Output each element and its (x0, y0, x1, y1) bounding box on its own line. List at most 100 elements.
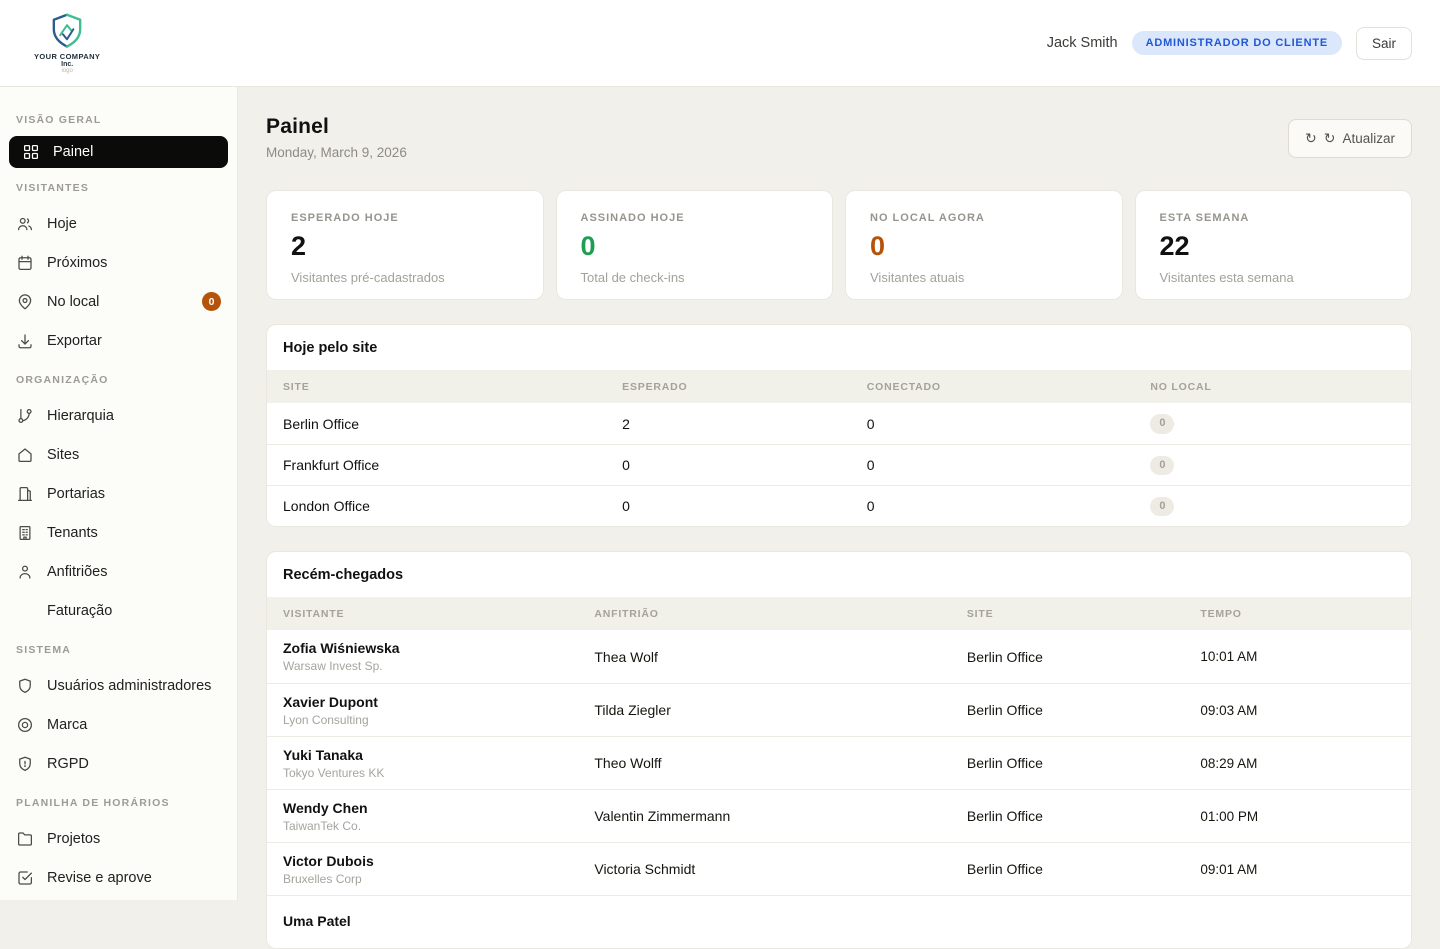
column-header: SITE (283, 380, 310, 393)
hierarchy-icon (16, 407, 34, 425)
esperado-value: 0 (622, 457, 630, 473)
stat-sub: Visitantes pré-cadastrados (291, 270, 445, 285)
visitor-name: Yuki Tanaka (283, 746, 363, 763)
sidebar-item-label: Hierarquia (47, 407, 114, 424)
sidebar-item-no-local[interactable]: No local 0 (0, 282, 237, 321)
visitor-company: Tokyo Ventures KK (283, 765, 385, 780)
arrivals-table-title: Recém-chegados (283, 567, 404, 583)
sidebar-item-label: RGPD (47, 755, 89, 772)
sidebar-item-label: Anfitriões (47, 563, 108, 580)
visitor-name: Wendy Chen (283, 799, 368, 816)
stat-value: 22 (1159, 231, 1190, 261)
site-table-row[interactable]: Frankfurt Office 0 0 0 (267, 444, 1411, 485)
sidebar-section-sistema: Sistema (16, 644, 72, 656)
visitor-company: TaiwanTek Co. (283, 818, 362, 833)
grid-icon (22, 143, 40, 161)
site-name: Frankfurt Office (283, 457, 380, 473)
visitor-name: Victor Dubois (283, 852, 374, 869)
column-header: CONECTADO (866, 380, 941, 393)
refresh-label: Atualizar (1342, 131, 1395, 146)
check-square-icon (16, 869, 34, 887)
host-name: Theo Wolff (594, 755, 662, 771)
office-icon (16, 524, 34, 542)
stat-card-assinado-hoje: ASSINADO HOJE 0 Total de check-ins (555, 190, 833, 300)
sidebar-item-label: Faturação (47, 602, 113, 619)
page-date: Monday, March 9, 2026 (266, 145, 407, 160)
arrival-time: 09:01 AM (1200, 861, 1258, 877)
sidebar: Visão geral Painel Visitantes Hoje Próximos N… (0, 87, 238, 900)
site-name: Berlin Office (283, 415, 359, 432)
site-name: Berlin Office (966, 755, 1043, 771)
refresh-button[interactable]: ↻ ↻ Atualizar (1288, 119, 1412, 158)
site-name: Berlin Office (966, 702, 1043, 718)
column-header: VISITANTE (283, 607, 345, 620)
stat-cards: ESPERADO HOJE 2 Visitantes pré-cadastrados… (266, 190, 1412, 300)
site-name: Berlin Office (966, 861, 1043, 877)
sidebar-item-usuarios-administradores[interactable]: Usuários administradores (0, 666, 237, 705)
sidebar-item-rgpd[interactable]: RGPD (0, 744, 237, 783)
target-icon (16, 716, 34, 734)
arrival-row[interactable]: Zofia Wiśniewska Warsaw Invest Sp. Thea Wo… (267, 630, 1411, 683)
conectado-value: 0 (866, 498, 875, 514)
sidebar-item-label: Exportar (47, 332, 102, 349)
visitor-company: Warsaw Invest Sp. (283, 659, 383, 673)
sidebar-item-revise-e-aprove[interactable]: Revise e aprove (0, 858, 237, 897)
sidebar-item-faturacao[interactable]: Faturação (0, 591, 237, 630)
stat-card-esperado-hoje: ESPERADO HOJE 2 Visitantes pré-cadastrados (266, 190, 544, 300)
sidebar-section-planilha-de-horarios: Planilha de horários (16, 797, 170, 809)
column-header: ANFITRIÃO (594, 607, 659, 620)
conectado-value: 0 (866, 457, 875, 473)
sidebar-item-sites[interactable]: Sites (0, 435, 237, 474)
sidebar-item-proximos[interactable]: Próximos (0, 243, 237, 282)
sidebar-item-projetos[interactable]: Projetos (0, 819, 237, 858)
site-table-title: Hoje pelo site (283, 340, 378, 356)
column-header: NO LOCAL (1150, 380, 1212, 393)
sidebar-item-anfitrioes[interactable]: Anfitriões (0, 552, 237, 591)
sidebar-item-label: Painel (53, 144, 94, 160)
logo-company-text: YOUR COMPANY (34, 51, 101, 61)
calendar-icon (16, 254, 34, 272)
sidebar-item-exportar[interactable]: Exportar (0, 321, 237, 360)
sidebar-item-tenants[interactable]: Tenants (0, 513, 237, 552)
sidebar-section-visitantes: Visitantes (16, 182, 90, 194)
stat-value: 0 (870, 231, 886, 261)
door-icon (16, 485, 34, 503)
sidebar-item-label: Projetos (47, 830, 101, 847)
arrival-row[interactable]: Wendy Chen TaiwanTek Co. Valentin Zimmerma… (267, 789, 1411, 842)
stat-sub: Visitantes esta semana (1159, 270, 1294, 285)
sidebar-item-marca[interactable]: Marca (0, 705, 237, 744)
arrival-time: 09:03 AM (1200, 702, 1258, 718)
user-name: Jack Smith (1046, 35, 1118, 51)
stat-card-no-local-agora: NO LOCAL AGORA 0 Visitantes atuais (845, 190, 1123, 300)
refresh-icon: ↻ (1323, 130, 1336, 146)
arrival-time: 08:29 AM (1200, 755, 1258, 771)
user-icon (16, 563, 34, 581)
arrival-time: 10:01 AM (1200, 649, 1258, 664)
sidebar-item-painel[interactable]: Painel (9, 136, 228, 168)
arrival-row[interactable]: Xavier Dupont Lyon Consulting Tilda Ziegle… (267, 683, 1411, 736)
arrival-row[interactable]: Victor Dubois Bruxelles Corp Victoria Schm… (267, 842, 1411, 895)
arrival-row[interactable]: Uma Patel (267, 895, 1411, 948)
sidebar-item-hierarquia[interactable]: Hierarquia (0, 396, 237, 435)
column-header: TEMPO (1200, 607, 1242, 620)
sidebar-item-label: Usuários administradores (47, 677, 212, 694)
sidebar-item-hoje[interactable]: Hoje (0, 204, 237, 243)
folder-icon (16, 830, 34, 848)
esperado-value: 2 (622, 415, 630, 432)
sidebar-section-organizacao: Organização (16, 374, 109, 386)
arrival-row[interactable]: Yuki Tanaka Tokyo Ventures KK Theo Wolff Be… (267, 736, 1411, 789)
site-table-row[interactable]: Berlin Office 2 0 0 (267, 403, 1411, 444)
sidebar-item-label: Portarias (47, 485, 106, 502)
sidebar-item-label: Hoje (47, 215, 77, 232)
shield-dot-icon (16, 755, 34, 773)
arrivals-table: Recém-chegados VISITANTE ANFITRIÃO SITE TEM… (266, 551, 1412, 949)
site-table-row[interactable]: London Office 0 0 0 (267, 485, 1411, 526)
visitor-name: Uma Patel (283, 912, 351, 929)
visitor-name: Zofia Wiśniewska (283, 640, 400, 656)
logout-button[interactable]: Sair (1355, 26, 1412, 60)
top-header: YOUR COMPANY Inc. logo Jack Smith ADMINI… (0, 0, 1440, 87)
sidebar-item-portarias[interactable]: Portarias (0, 474, 237, 513)
conectado-value: 0 (866, 415, 875, 432)
sidebar-item-label: Revise e aprove (47, 869, 152, 886)
map-pin-icon (16, 293, 34, 311)
